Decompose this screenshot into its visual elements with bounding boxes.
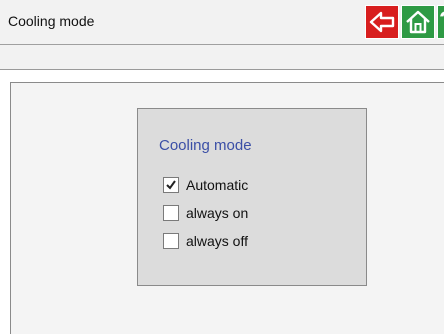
home-icon (406, 10, 430, 34)
help-button[interactable]: ? (437, 5, 444, 39)
option-label: always off (186, 233, 248, 249)
back-button[interactable] (365, 5, 399, 39)
toolbar-strip (0, 45, 444, 70)
back-arrow-icon (369, 11, 395, 33)
checkbox-always-off[interactable] (163, 233, 179, 249)
help-icon: ? (439, 9, 444, 33)
checkbox-automatic[interactable] (163, 177, 179, 193)
panel-title: Cooling mode (159, 137, 252, 154)
checkmark-icon (166, 180, 176, 190)
page-title: Cooling mode (8, 13, 95, 29)
header-bar: Cooling mode ? (0, 0, 444, 45)
option-label: Automatic (186, 177, 249, 193)
option-label: always on (186, 205, 249, 221)
cooling-mode-panel: Cooling mode Automatic always on always … (137, 108, 367, 286)
checkbox-always-on[interactable] (163, 205, 179, 221)
home-button[interactable] (401, 5, 435, 39)
